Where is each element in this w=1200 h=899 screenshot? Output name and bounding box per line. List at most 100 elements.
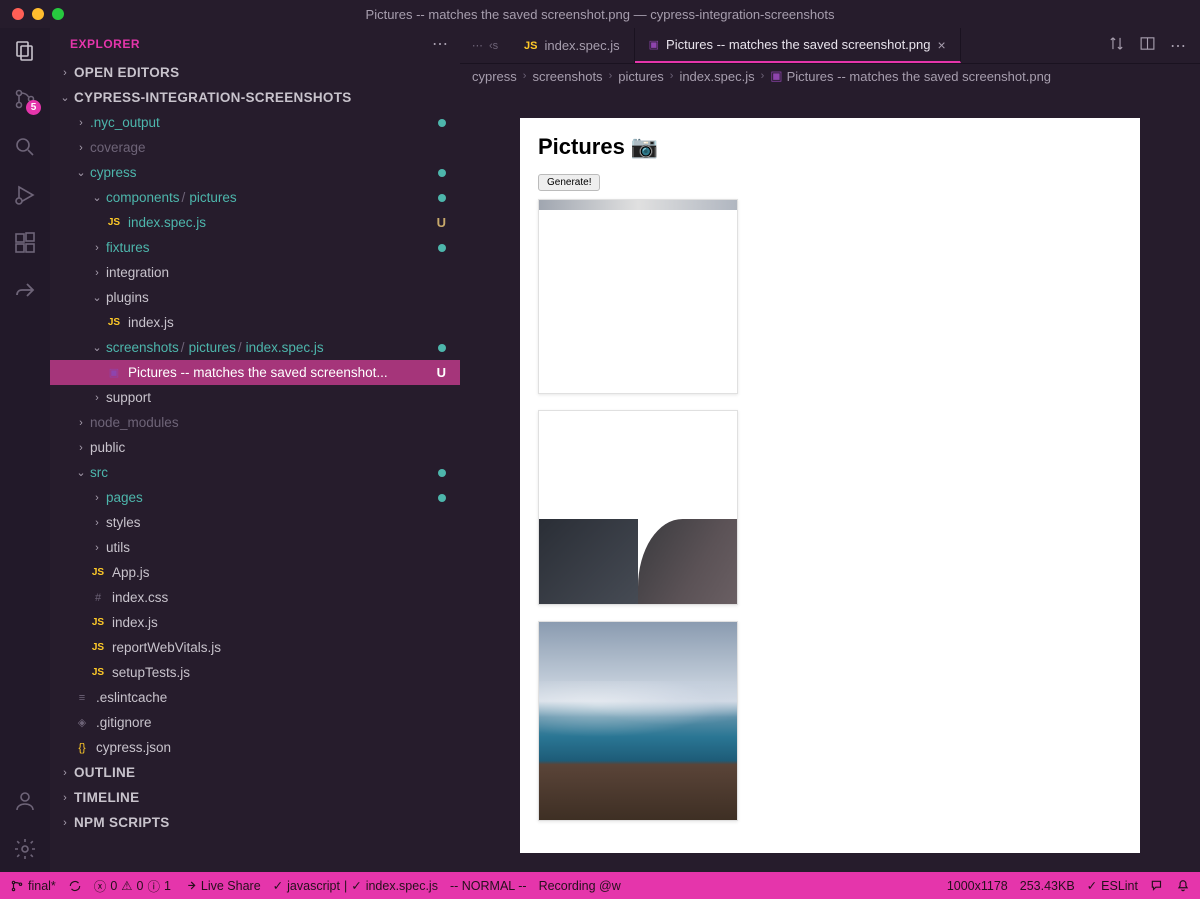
image-preview[interactable]: Pictures 📷 Generate!: [460, 88, 1200, 872]
file-gitignore[interactable]: ◈.gitignore: [50, 710, 460, 735]
window-controls: [12, 8, 64, 20]
scm-badge: 5: [26, 100, 41, 115]
close-tab-icon[interactable]: ×: [938, 37, 946, 53]
file-tree: ›OPEN EDITORS ⌄CYPRESS-INTEGRATION-SCREE…: [50, 60, 460, 835]
modified-dot-icon: [438, 494, 446, 502]
file-src-index-js[interactable]: JSindex.js: [50, 610, 460, 635]
folder-node-modules[interactable]: ›node_modules: [50, 410, 460, 435]
folder-utils[interactable]: ›utils: [50, 535, 460, 560]
file-plugins-index[interactable]: JSindex.js: [50, 310, 460, 335]
js-file-icon: JS: [106, 317, 122, 328]
section-outline[interactable]: ›OUTLINE: [50, 760, 460, 785]
status-branch[interactable]: final*: [10, 879, 56, 893]
compare-icon[interactable]: [1108, 35, 1125, 57]
tab-index-spec[interactable]: JSindex.spec.js: [510, 28, 635, 63]
status-language[interactable]: ✓javascript|✓index.spec.js: [273, 878, 438, 893]
modified-dot-icon: [438, 244, 446, 252]
tabs-overflow[interactable]: ⋯ ‹s: [460, 28, 510, 63]
modified-dot-icon: [438, 469, 446, 477]
file-cypress-json[interactable]: {}cypress.json: [50, 735, 460, 760]
file-screenshot-png[interactable]: ▣Pictures -- matches the saved screensho…: [50, 360, 460, 385]
folder-screenshots[interactable]: ⌄screenshots/pictures/index.spec.js: [50, 335, 460, 360]
status-live-share[interactable]: Live Share: [183, 879, 261, 893]
js-file-icon: JS: [90, 567, 106, 578]
section-timeline[interactable]: ›TIMELINE: [50, 785, 460, 810]
folder-styles[interactable]: ›styles: [50, 510, 460, 535]
preview-heading: Pictures 📷: [538, 134, 1122, 160]
file-index-spec[interactable]: JSindex.spec.jsU: [50, 210, 460, 235]
scm-icon[interactable]: 5: [12, 86, 38, 112]
js-file-icon: JS: [106, 217, 122, 228]
status-filesize: 253.43KB: [1020, 879, 1075, 893]
folder-pages[interactable]: ›pages: [50, 485, 460, 510]
explorer-title: EXPLORER: [70, 37, 140, 51]
extensions-icon[interactable]: [12, 230, 38, 256]
folder-support[interactable]: ›support: [50, 385, 460, 410]
breadcrumbs[interactable]: cypress› screenshots› pictures› index.sp…: [460, 64, 1200, 88]
status-sync[interactable]: [68, 879, 82, 893]
account-icon[interactable]: [12, 788, 38, 814]
gitignore-icon: ◈: [74, 716, 90, 729]
file-report-webvitals[interactable]: JSreportWebVitals.js: [50, 635, 460, 660]
explorer-more-icon[interactable]: ⋯: [432, 34, 448, 54]
search-icon[interactable]: [12, 134, 38, 160]
file-eslintcache[interactable]: ≡.eslintcache: [50, 685, 460, 710]
explorer-sidebar: EXPLORER ⋯ ›OPEN EDITORS ⌄CYPRESS-INTEGR…: [50, 28, 460, 872]
share-icon[interactable]: [12, 278, 38, 304]
section-project[interactable]: ⌄CYPRESS-INTEGRATION-SCREENSHOTS: [50, 85, 460, 110]
js-file-icon: JS: [90, 617, 106, 628]
section-npm[interactable]: ›NPM SCRIPTS: [50, 810, 460, 835]
preview-content: Pictures 📷 Generate!: [520, 118, 1140, 853]
folder-fixtures[interactable]: ›fixtures: [50, 235, 460, 260]
debug-icon[interactable]: [12, 182, 38, 208]
js-file-icon: JS: [524, 40, 537, 52]
explorer-icon[interactable]: [12, 38, 38, 64]
window-title: Pictures -- matches the saved screenshot…: [366, 7, 835, 22]
file-setup-tests[interactable]: JSsetupTests.js: [50, 660, 460, 685]
status-vim-mode: -- NORMAL --: [450, 879, 527, 893]
status-eslint[interactable]: ✓ESLint: [1087, 878, 1138, 893]
title-bar: Pictures -- matches the saved screenshot…: [0, 0, 1200, 28]
settings-icon[interactable]: [12, 836, 38, 862]
folder-components-pictures[interactable]: ⌄components/pictures: [50, 185, 460, 210]
folder-nyc[interactable]: ›.nyc_output: [50, 110, 460, 135]
status-bar: final* ⓧ0⚠0ⓘ1 Live Share ✓javascript|✓in…: [0, 872, 1200, 899]
status-recording: Recording @w: [539, 879, 621, 893]
status-problems[interactable]: ⓧ0⚠0ⓘ1: [94, 876, 171, 895]
folder-coverage[interactable]: ›coverage: [50, 135, 460, 160]
minimize-window[interactable]: [32, 8, 44, 20]
tab-more-icon[interactable]: ⋯: [1170, 36, 1186, 56]
modified-dot-icon: [438, 344, 446, 352]
tab-screenshot-png[interactable]: ▣Pictures -- matches the saved screensho…: [635, 28, 961, 63]
tab-bar: ⋯ ‹s JSindex.spec.js ▣Pictures -- matche…: [460, 28, 1200, 64]
folder-src[interactable]: ⌄src: [50, 460, 460, 485]
preview-card-1: [538, 199, 738, 394]
folder-plugins[interactable]: ⌄plugins: [50, 285, 460, 310]
file-index-css[interactable]: #index.css: [50, 585, 460, 610]
image-file-icon: ▣: [649, 38, 659, 51]
zoom-window[interactable]: [52, 8, 64, 20]
modified-dot-icon: [438, 169, 446, 177]
js-file-icon: JS: [90, 642, 106, 653]
editor-area: ⋯ ‹s JSindex.spec.js ▣Pictures -- matche…: [460, 28, 1200, 872]
preview-card-3: [538, 621, 738, 821]
status-feedback-icon[interactable]: [1150, 879, 1164, 893]
generate-button: Generate!: [538, 174, 600, 191]
section-open-editors[interactable]: ›OPEN EDITORS: [50, 60, 460, 85]
status-bell-icon[interactable]: [1176, 879, 1190, 893]
css-file-icon: #: [90, 592, 106, 604]
folder-cypress[interactable]: ⌄cypress: [50, 160, 460, 185]
modified-dot-icon: [438, 194, 446, 202]
close-window[interactable]: [12, 8, 24, 20]
untracked-marker: U: [437, 365, 446, 380]
modified-dot-icon: [438, 119, 446, 127]
split-editor-icon[interactable]: [1139, 35, 1156, 57]
untracked-marker: U: [437, 215, 446, 230]
folder-integration[interactable]: ›integration: [50, 260, 460, 285]
activity-bar: 5: [0, 28, 50, 872]
file-app-js[interactable]: JSApp.js: [50, 560, 460, 585]
folder-public[interactable]: ›public: [50, 435, 460, 460]
js-file-icon: JS: [90, 667, 106, 678]
status-dimensions: 1000x1178: [947, 879, 1008, 893]
text-file-icon: ≡: [74, 692, 90, 704]
